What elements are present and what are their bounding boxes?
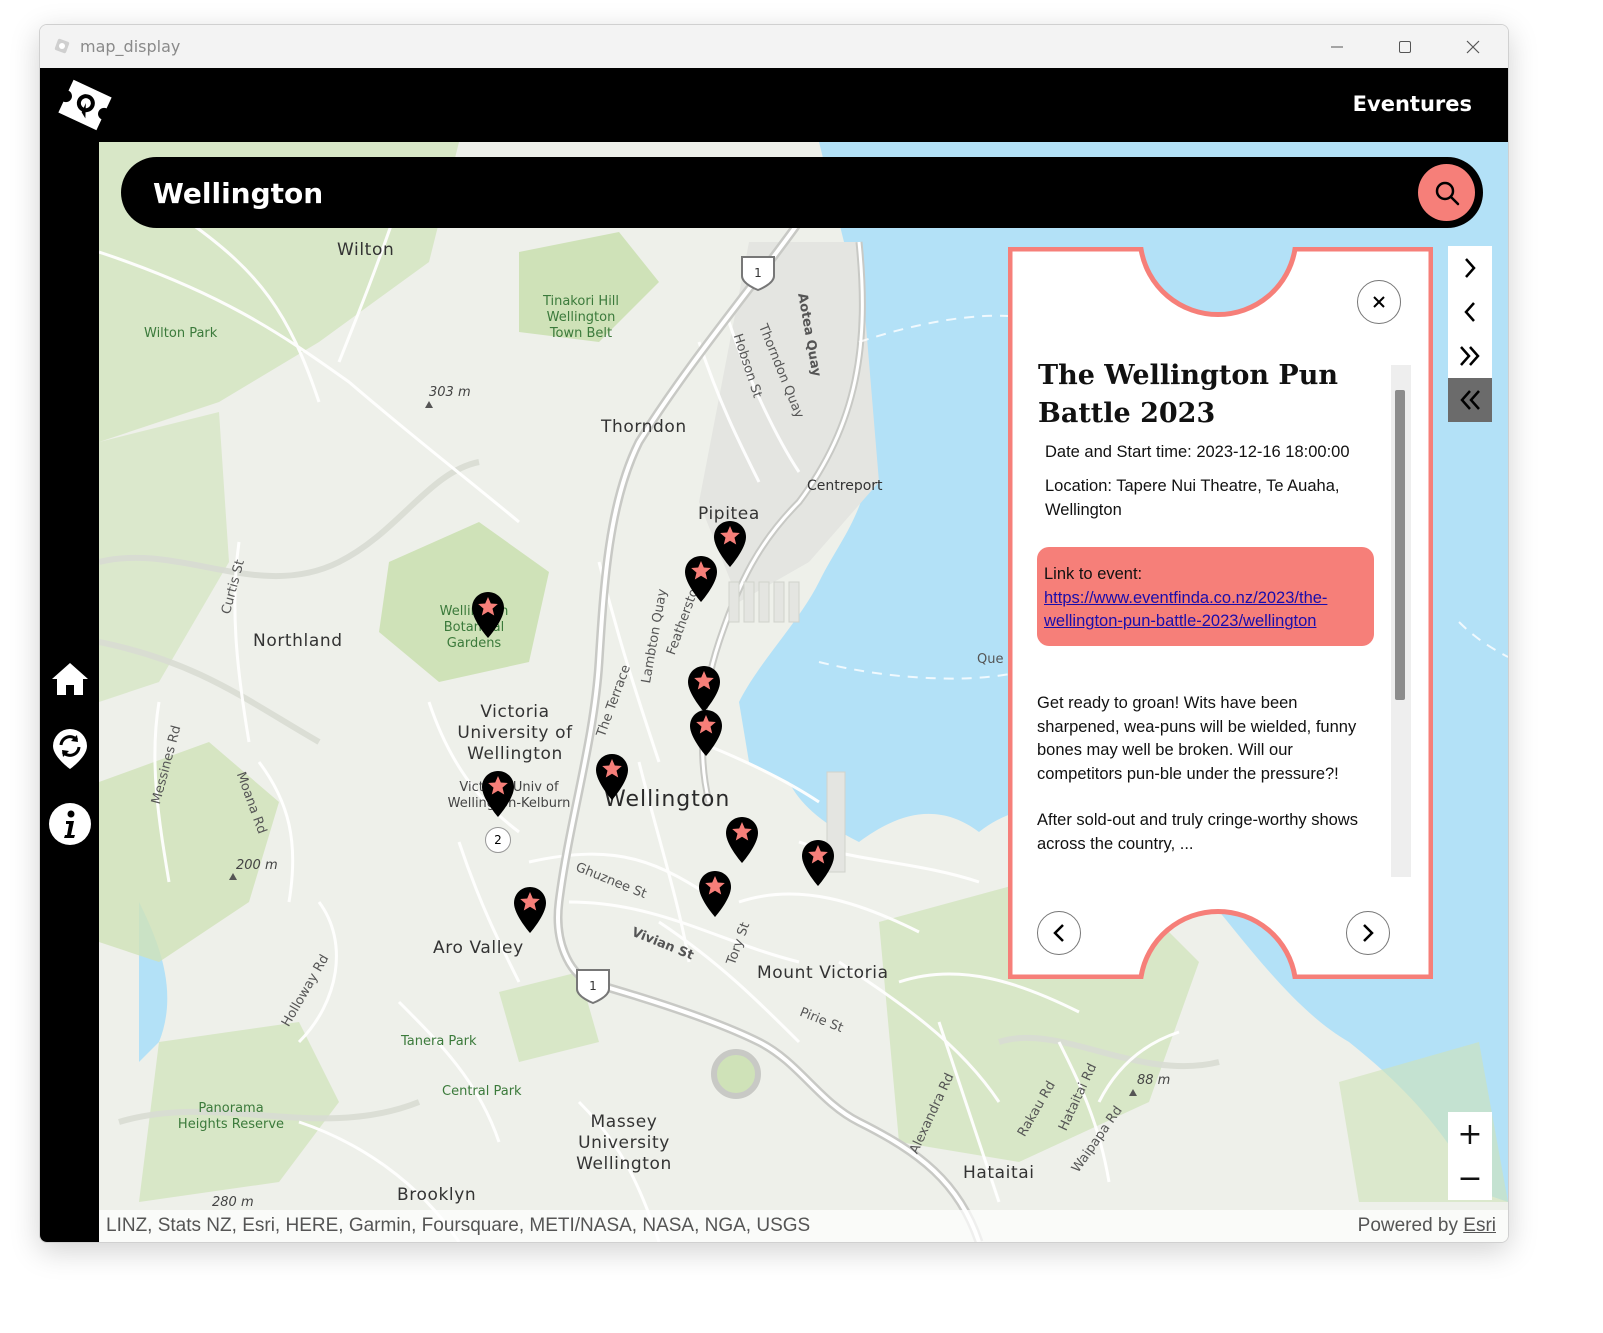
label-central-park: Central Park [442,1084,522,1099]
event-marker-icon[interactable] [689,709,723,757]
label-centreport: Centreport [807,478,883,494]
label-tanera-park: Tanera Park [401,1034,477,1049]
powered-by: Powered by Esri [1358,1215,1496,1237]
info-button[interactable] [48,802,92,846]
close-icon [1466,40,1480,53]
home-icon [52,663,88,695]
close-card-button[interactable] [1357,280,1401,324]
scrollbar-thumb[interactable] [1395,390,1405,700]
title-bar: map_display [40,25,1508,68]
cluster-count-badge[interactable]: 2 [485,827,511,853]
close-icon [1373,296,1385,308]
map-nav-controls [1448,246,1492,422]
label-wilton: Wilton [337,240,395,260]
search-icon [1435,181,1459,205]
previous-event-button[interactable] [1037,911,1081,955]
label-massey-university: Massey University Wellington [576,1112,672,1174]
scrollbar[interactable] [1391,365,1411,877]
label-aro-valley: Aro Valley [433,938,524,958]
event-description-paragraph: Get ready to groan! Wits have been sharp… [1037,694,1357,783]
powered-by-label: Powered by [1357,1215,1458,1236]
label-hataitai: Hataitai [963,1163,1035,1183]
event-link[interactable]: https://www.eventfinda.co.nz/2023/the-we… [1044,589,1327,631]
event-description-paragraph: After sold-out and truly cringe-worthy s… [1037,811,1358,853]
label-elevation-303: 303 m [429,385,471,400]
previous-button[interactable] [1448,290,1492,334]
map-attribution: LINZ, Stats NZ, Esri, HERE, Garmin, Four… [106,1215,811,1236]
event-link-box: Link to event: https://www.eventfinda.co… [1037,547,1374,646]
next-button[interactable] [1448,246,1492,290]
eventures-logo[interactable] [56,77,114,133]
chevron-right-icon [1363,924,1374,942]
next-event-button[interactable] [1346,911,1390,955]
event-content: The Wellington Pun Battle 2023 Date and … [1038,357,1403,522]
window-title: map_display [80,37,181,56]
event-marker-icon[interactable] [513,886,547,934]
label-northland: Northland [253,631,343,651]
map-view[interactable]: Wilton Wilton Park Tinakori Hill Welling… [99,142,1508,1242]
event-marker-icon[interactable] [713,520,747,568]
label-victoria-university: Victoria University of Wellington [457,702,573,764]
chevron-right-icon [1465,258,1476,278]
label-elevation-280: 280 m [212,1195,254,1210]
event-date: Date and Start time: 2023-12-16 18:00:00 [1045,443,1350,461]
attribution-bar: LINZ, Stats NZ, Esri, HERE, Garmin, Four… [99,1210,1508,1242]
zoom-out-button[interactable]: − [1448,1156,1492,1200]
maximize-icon [1399,40,1411,53]
search-input[interactable] [151,169,1395,217]
zoom-control: + − [1448,1112,1492,1200]
brand-name[interactable]: Eventures [1353,92,1472,116]
first-button[interactable] [1448,378,1492,422]
info-icon [49,803,91,845]
esri-link[interactable]: Esri [1463,1215,1496,1236]
sidebar [40,142,99,1242]
zoom-in-button[interactable]: + [1448,1112,1492,1156]
event-marker-icon[interactable] [698,870,732,918]
event-ticket-card: The Wellington Pun Battle 2023 Date and … [1008,247,1433,979]
event-title: The Wellington Pun Battle 2023 [1038,360,1338,429]
svg-text:1: 1 [589,979,597,993]
app-icon [54,38,70,54]
double-chevron-left-icon [1460,390,1480,410]
event-location: Location: Tapere Nui Theatre, Te Auaha, … [1045,477,1340,519]
minimize-button[interactable] [1303,25,1371,68]
app-window: map_display Eventures Wilton Wilton Park… [39,24,1509,1243]
label-elevation-88: 88 m [1137,1073,1171,1088]
route-shield-icon: 1 [741,256,775,292]
last-button[interactable] [1448,334,1492,378]
minimize-icon [1331,46,1343,47]
label-elevation-200: 200 m [236,858,278,873]
refresh-location-button[interactable] [48,727,92,771]
chevron-left-icon [1464,302,1475,322]
svg-text:1: 1 [754,266,762,280]
event-marker-icon[interactable] [595,753,629,801]
search-bar [121,157,1483,228]
label-wilton-park: Wilton Park [144,326,218,341]
label-thorndon: Thorndon [601,417,687,437]
label-mount-victoria: Mount Victoria [757,963,889,983]
label-panorama-heights: Panorama Heights Reserve [177,1101,285,1132]
route-shield-icon: 1 [576,969,610,1005]
maximize-button[interactable] [1371,25,1439,68]
double-chevron-right-icon [1460,346,1480,366]
event-marker-icon[interactable] [481,770,515,818]
refresh-location-icon [53,729,87,769]
event-marker-icon[interactable] [687,665,721,713]
search-button[interactable] [1418,164,1475,221]
close-window-button[interactable] [1439,25,1507,68]
home-button[interactable] [48,657,92,701]
event-link-label: Link to event: [1044,565,1143,583]
event-marker-icon[interactable] [684,555,718,603]
chevron-left-icon [1053,924,1064,942]
app-header: Eventures [40,68,1508,142]
event-marker-icon[interactable] [725,816,759,864]
event-marker-icon[interactable] [801,839,835,887]
label-quays: Que [977,652,1004,667]
label-brooklyn: Brooklyn [397,1185,477,1205]
label-tinakori-hill: Tinakori Hill Wellington Town Belt [542,294,620,341]
event-description: Get ready to groan! Wits have been sharp… [1037,692,1377,856]
event-marker-icon[interactable] [471,591,505,639]
